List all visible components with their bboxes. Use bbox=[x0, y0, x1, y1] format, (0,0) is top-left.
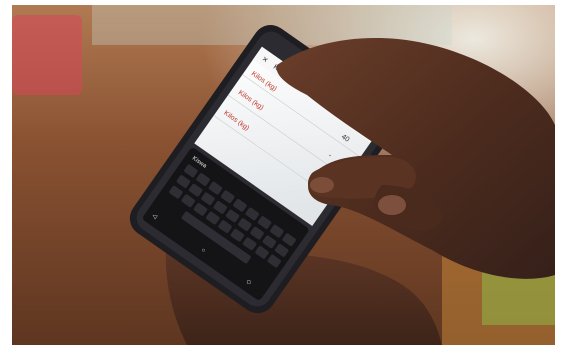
blurred-object-left bbox=[12, 15, 82, 95]
thumbnail bbox=[310, 177, 334, 193]
fingernail bbox=[378, 195, 406, 215]
photo-frame: ✕ Kilo Kilos (kg) 40 Kilos (kg) - Kilos … bbox=[12, 5, 555, 345]
photo-scene: ✕ Kilo Kilos (kg) 40 Kilos (kg) - Kilos … bbox=[12, 5, 555, 345]
